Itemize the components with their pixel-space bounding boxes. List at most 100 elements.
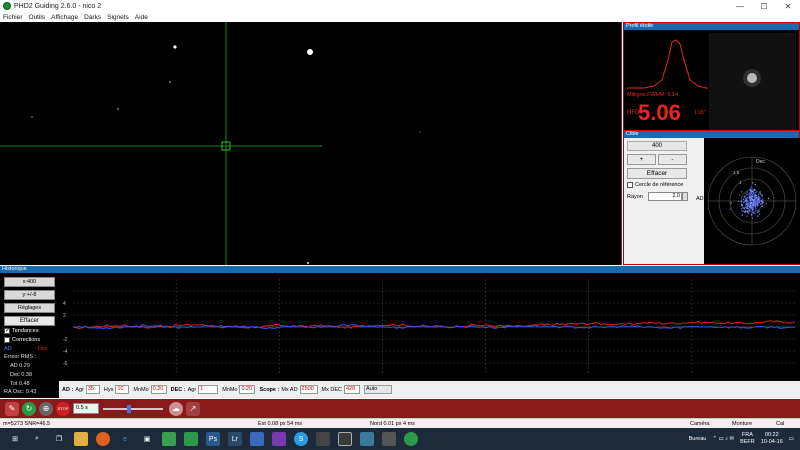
guide-target-icon[interactable]: ⊕ (39, 401, 53, 416)
menu-aide[interactable]: Aide (135, 14, 148, 21)
zoom-out-button[interactable]: - (658, 154, 687, 165)
app-icon-3[interactable] (272, 432, 286, 446)
windows-start-icon[interactable]: ⊞ (8, 432, 22, 446)
notifications-icon[interactable]: ▭ (789, 436, 794, 443)
menu-signets[interactable]: Signets (107, 14, 129, 21)
rms-ra: AD 0.29 (10, 363, 30, 369)
language-indicator[interactable]: FRA BEFR (740, 432, 755, 446)
target-point (743, 196, 745, 198)
loop-icon[interactable]: ↻ (22, 401, 36, 416)
edge-icon[interactable]: e (118, 432, 132, 446)
trends-check-box[interactable] (4, 328, 10, 334)
brain-icon[interactable]: ☁ (169, 401, 183, 416)
camera-view[interactable] (0, 22, 622, 265)
menu-outils[interactable]: Outils (29, 14, 46, 21)
corrections-checkbox[interactable]: Corrections (4, 337, 40, 343)
desktop-label[interactable]: Bureau (689, 436, 707, 443)
mx-dec-input[interactable]: 428 (344, 385, 361, 394)
target-point (746, 191, 748, 193)
ref-circle-checkbox[interactable]: Cercle de référence (627, 182, 683, 188)
task-view-icon[interactable]: ❐ (52, 432, 66, 446)
settings-select[interactable]: Réglages (4, 303, 55, 313)
target-point (741, 210, 743, 212)
maximize-button[interactable]: ☐ (752, 0, 776, 12)
camera-connect-icon[interactable]: ✎ (5, 401, 19, 416)
radius-input[interactable]: 2.0 (648, 192, 682, 201)
calibration-icon[interactable]: ↗ (186, 401, 200, 416)
zoom-in-button[interactable]: + (627, 154, 656, 165)
clock[interactable]: 00:22 10-04-16 (761, 432, 783, 446)
app-icon-7[interactable] (382, 432, 396, 446)
ad-mnmo-input[interactable]: 0.20 (150, 385, 167, 394)
app-icon-6[interactable] (360, 432, 374, 446)
target-point (749, 203, 751, 205)
target-point (754, 189, 756, 192)
tray-icons[interactable]: ⌃ ▭ ♪ ✉ (712, 436, 734, 443)
spreadsheet-icon[interactable] (162, 432, 176, 446)
skype-icon[interactable]: S (294, 432, 308, 446)
ad-agr-input[interactable]: 35 (85, 385, 100, 394)
target-point (730, 202, 732, 204)
target-clear-button[interactable]: Effacer (627, 168, 687, 179)
dec-mode-select[interactable]: Auto (364, 385, 393, 394)
gamma-slider-thumb[interactable] (127, 404, 131, 413)
target-point (750, 214, 753, 216)
photoshop-icon[interactable]: Ps (206, 432, 220, 446)
target-title: Cible (624, 131, 799, 138)
exposure-select[interactable]: 0.5 s (73, 403, 99, 414)
app-icon-4[interactable] (316, 432, 330, 446)
trends-checkbox[interactable]: Tendances (4, 328, 39, 334)
close-button[interactable]: ✕ (776, 0, 800, 12)
dec-mnmo-input[interactable]: 0.20 (239, 385, 256, 394)
app-icon-2[interactable] (250, 432, 264, 446)
menu-affichage[interactable]: Affichage (51, 14, 78, 21)
history-y-ticks: 4 2 -2 -4 -6 (63, 301, 68, 367)
mx-ad-label: Mx AD (281, 386, 298, 393)
radius-spinner[interactable] (682, 192, 688, 201)
mx-dec-label: Mx DEC (321, 386, 343, 393)
menu-fichier[interactable]: Fichier (3, 14, 23, 21)
target-point (752, 190, 754, 193)
hys-input[interactable]: 10 (115, 385, 130, 394)
target-point (753, 194, 755, 196)
target-point (759, 200, 761, 202)
minimize-button[interactable]: — (728, 0, 752, 12)
trends-label: Tendances (12, 328, 39, 334)
target-point (748, 197, 751, 200)
rms-title: Erreur RMS : (4, 354, 37, 360)
x-scale-select[interactable]: x:400 (4, 277, 55, 287)
target-point (758, 213, 761, 215)
store-icon[interactable]: ▣ (140, 432, 154, 446)
target-point (743, 207, 745, 210)
corrections-check-box[interactable] (4, 337, 10, 343)
lightroom-icon[interactable]: Lr (228, 432, 242, 446)
target-point (750, 191, 753, 194)
target-point (749, 195, 752, 198)
keyboard-layout: BEFR (740, 439, 755, 445)
app-icon-5[interactable] (338, 432, 352, 446)
menu-darks[interactable]: Darks (84, 14, 101, 21)
firefox-icon[interactable] (96, 432, 110, 446)
target-point (744, 210, 747, 212)
y-scale-select[interactable]: y:+/-8 (4, 290, 55, 300)
phd2-taskbar-icon[interactable] (404, 432, 418, 446)
stop-icon[interactable]: STOP (56, 401, 70, 416)
target-point (748, 210, 750, 212)
target-point (748, 208, 750, 210)
dec-mnmo-label: MnMo (222, 386, 238, 393)
history-controls: x:400 y:+/-8 Réglages Effacer Tendances … (0, 273, 59, 398)
target-point (762, 199, 764, 201)
search-icon[interactable]: ⌕ (30, 432, 44, 446)
gamma-slider[interactable] (103, 404, 163, 414)
target-scale-select[interactable]: 400 (627, 141, 687, 151)
app-icon[interactable] (184, 432, 198, 446)
target-point (752, 200, 755, 202)
dec-agr-input[interactable]: 1 (198, 385, 219, 394)
file-explorer-icon[interactable] (74, 432, 88, 446)
ref-circle-check-box[interactable] (627, 182, 633, 188)
scope-label: Scope : (259, 386, 280, 393)
target-point (752, 189, 755, 191)
history-clear-button[interactable]: Effacer (4, 316, 55, 326)
legend-dec: Dec (38, 346, 48, 352)
mx-ad-input[interactable]: 2500 (299, 385, 318, 394)
